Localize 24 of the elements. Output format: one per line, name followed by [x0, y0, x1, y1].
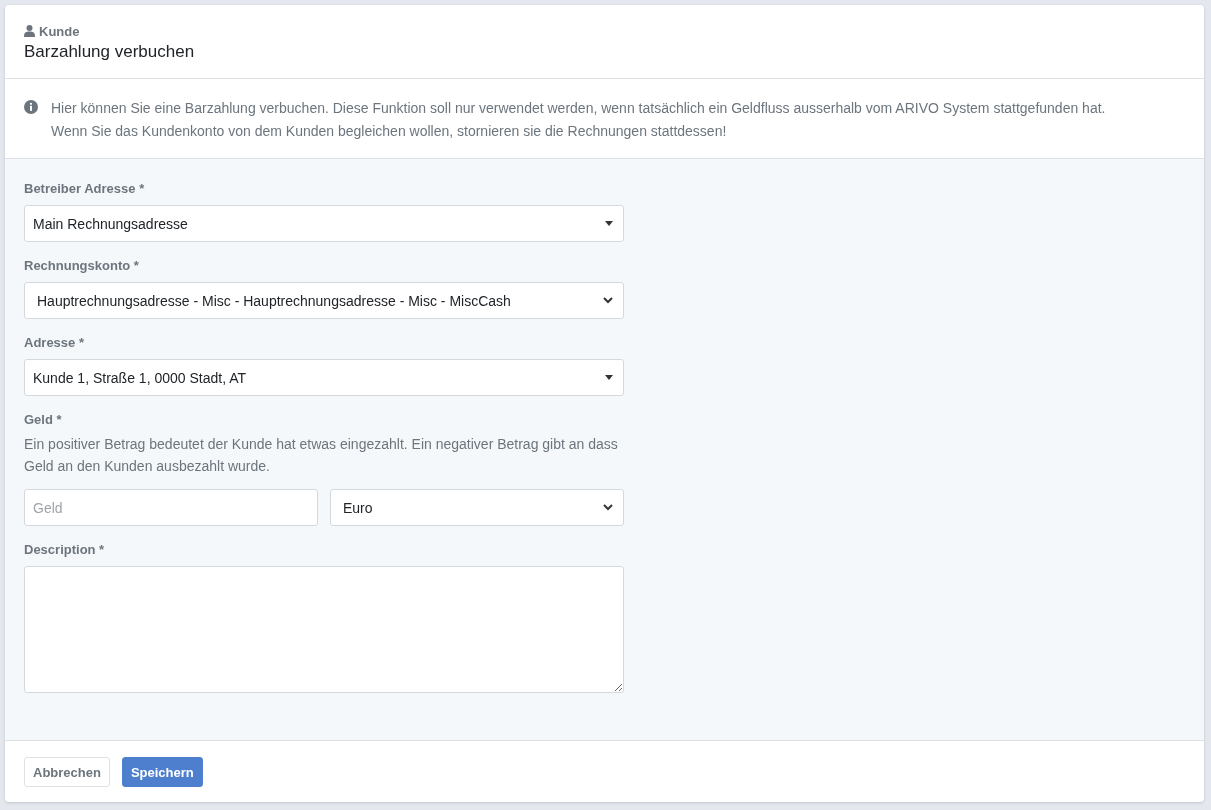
info-text: Hier können Sie eine Barzahlung verbuchen. Diese Funktion soll nur verwendet werden, wenn tatsächlich ein Geldfluss ausserhalb vom ARIVO System stattgefunden hat.: [51, 99, 1106, 118]
field-label: Description *: [24, 542, 106, 557]
chevron-down-icon: [603, 297, 613, 304]
save-button[interactable]: Speichern: [121, 757, 203, 787]
caret-icon: [605, 375, 613, 380]
field-label: Adresse *: [24, 335, 85, 350]
select-field[interactable]: Euro: [330, 489, 624, 526]
select-field[interactable]: Hauptrechnungsadresse - Misc - Hauptrechnungsadresse - Misc - MiscCash: [24, 282, 624, 319]
cancel-button[interactable]: Abbrechen: [24, 757, 110, 787]
field-label: Rechnungskonto *: [24, 258, 140, 273]
info-icon: [24, 100, 38, 114]
person-icon: [24, 25, 35, 37]
help-text: Ein positiver Betrag bedeutet der Kunde hat etwas eingezahlt. Ein negativer Betrag gibt an dass Geld an den Kunden ausbezahlt wurde.: [24, 435, 619, 476]
description-textarea[interactable]: [24, 566, 624, 693]
amount-input[interactable]: Geld: [24, 489, 318, 526]
field-label: Geld *: [24, 412, 63, 427]
caret-icon: [605, 221, 613, 226]
chevron-down-icon: [603, 504, 613, 511]
field-label: Betreiber Adresse *: [24, 181, 146, 196]
dialog-title: Barzahlung verbuchen: [24, 42, 196, 62]
info-text: Wenn Sie das Kundenkonto von dem Kunden begleichen wollen, stornieren sie die Rechnungen stattdessen!: [51, 122, 728, 141]
context-label: Kunde: [39, 23, 80, 39]
dropdown[interactable]: Main Rechnungsadresse: [24, 205, 624, 242]
dropdown[interactable]: Kunde 1, Straße 1, 0000 Stadt, AT: [24, 359, 624, 396]
